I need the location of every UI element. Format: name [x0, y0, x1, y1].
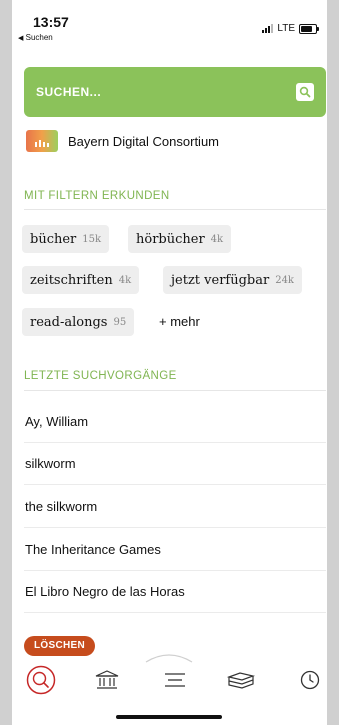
recent-search-item[interactable]: The Inheritance Games — [25, 542, 161, 557]
tab-search[interactable] — [26, 665, 56, 695]
clock-icon — [300, 670, 320, 690]
divider — [24, 484, 326, 485]
search-bar[interactable]: SUCHEN... — [24, 67, 326, 117]
divider — [24, 612, 326, 613]
shelf-icon — [226, 672, 256, 689]
chip-label: zeitschriften — [30, 272, 113, 288]
recent-search-item[interactable]: El Libro Negro de las Horas — [25, 584, 185, 599]
filters-heading: MIT FILTERN ERKUNDEN — [24, 190, 170, 202]
divider — [24, 390, 326, 391]
status-time: 13:57 — [33, 14, 69, 30]
chip-label: hörbücher — [136, 231, 205, 247]
library-icon — [95, 670, 119, 689]
filter-chip-audiobooks[interactable]: hörbücher 4k — [128, 225, 232, 253]
chip-label: bücher — [30, 231, 77, 247]
chip-count: 24k — [275, 274, 294, 286]
tab-shelf[interactable] — [226, 665, 256, 695]
tab-bar — [12, 657, 327, 707]
status-indicators: LTE — [262, 23, 319, 34]
chip-count: 4k — [210, 233, 224, 245]
tab-history[interactable] — [295, 665, 325, 695]
home-indicator[interactable] — [116, 715, 222, 719]
search-placeholder: SUCHEN... — [36, 85, 102, 99]
divider — [24, 570, 326, 571]
status-bar: 13:57 ◀ Suchen LTE — [12, 0, 327, 48]
recent-search-item[interactable]: the silkworm — [25, 499, 97, 514]
divider — [24, 209, 326, 210]
back-arrow-icon: ◀ — [18, 35, 24, 42]
back-to-app[interactable]: ◀ Suchen — [18, 33, 53, 42]
search-icon — [299, 86, 311, 98]
clear-history-button[interactable]: LÖSCHEN — [24, 636, 95, 656]
chip-count: 4k — [118, 274, 132, 286]
search-button[interactable] — [296, 83, 314, 101]
library-selector[interactable]: Bayern Digital Consortium — [26, 130, 219, 152]
battery-icon — [299, 23, 319, 34]
recent-search-item[interactable]: silkworm — [25, 456, 76, 471]
chip-count: 95 — [113, 316, 127, 328]
network-label: LTE — [277, 23, 295, 34]
chip-label: read-alongs — [30, 314, 108, 330]
more-filters-link[interactable]: + mehr — [159, 314, 200, 329]
app-screen: 13:57 ◀ Suchen LTE SUCHEN... Bayern Digi… — [12, 0, 327, 725]
filter-chip-available-now[interactable]: jetzt verfügbar 24k — [163, 266, 302, 294]
search-icon — [26, 665, 56, 695]
tab-menu[interactable] — [160, 665, 190, 695]
library-logo — [26, 130, 58, 152]
divider — [24, 442, 326, 443]
tab-library[interactable] — [92, 665, 122, 695]
recent-search-item[interactable]: Ay, William — [25, 414, 88, 429]
chip-count: 15k — [82, 233, 102, 245]
chip-label: jetzt verfügbar — [171, 272, 270, 288]
library-name: Bayern Digital Consortium — [68, 133, 220, 149]
recent-searches-heading: LETZTE SUCHVORGÄNGE — [24, 370, 177, 382]
divider — [24, 527, 326, 528]
back-label: Suchen — [25, 33, 53, 42]
filter-chip-magazines[interactable]: zeitschriften 4k — [22, 266, 140, 294]
filter-chip-read-alongs[interactable]: read-alongs 95 — [22, 308, 135, 336]
menu-icon — [165, 673, 185, 687]
filter-chip-books[interactable]: bücher 15k — [22, 225, 110, 253]
signal-icon — [262, 24, 274, 33]
